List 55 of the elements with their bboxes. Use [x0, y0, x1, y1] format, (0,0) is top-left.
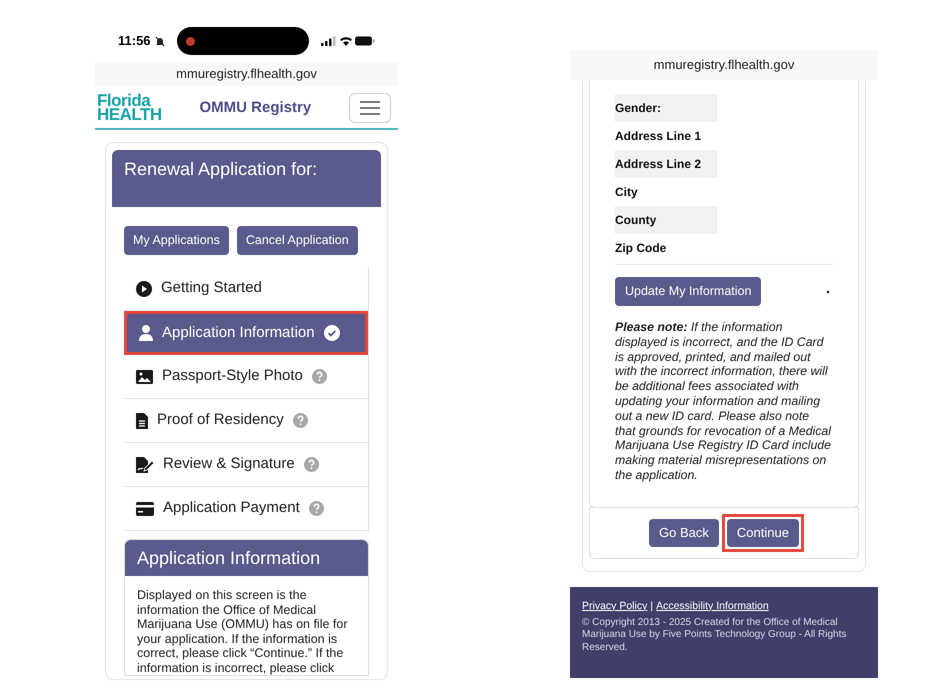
- field-label: County: [615, 206, 717, 234]
- body-text: information the Office of Medical: [137, 602, 318, 617]
- field-label: Zip Code: [615, 240, 668, 257]
- play-icon: [136, 280, 152, 296]
- help-icon[interactable]: [312, 369, 327, 384]
- action-button[interactable]: Continue: [726, 518, 799, 547]
- document-icon: [136, 412, 148, 428]
- menu-icon: [360, 101, 380, 115]
- body-text: information is incorrect, please click: [137, 660, 336, 675]
- field-label: Gender:: [615, 94, 717, 122]
- note-text: Please note: If the information displayed is incorrect, and the ID Card is approved, printed, and mailed out with the incorrect information, there will be additional fees associated with updating your information and mailing out a new ID card. Please also note that grounds for revocation of a Medical Marijuana Use Registry ID Card include making material misrepresentations on the application.: [615, 320, 832, 484]
- status-icons: [320, 35, 375, 47]
- field-label: City: [615, 184, 639, 201]
- help-icon[interactable]: [308, 501, 324, 516]
- help-icon[interactable]: [304, 457, 319, 472]
- section-title: Application Information: [137, 546, 320, 570]
- field-label: Address Line 1: [615, 128, 702, 145]
- help-icon[interactable]: [292, 413, 308, 428]
- header-button[interactable]: Cancel Application: [236, 226, 358, 255]
- site-title: OMMU Registry: [200, 98, 312, 118]
- step-item[interactable]: Passport-Style Photo: [124, 355, 368, 399]
- field-label: Address Line 2: [615, 150, 717, 178]
- logo-text: Florida: [97, 94, 151, 108]
- image-icon: [136, 370, 153, 384]
- step-label: Application Information: [162, 322, 315, 343]
- step-label: Passport-Style Photo: [162, 366, 303, 386]
- step-item[interactable]: Application Payment: [124, 487, 368, 531]
- person-icon: [139, 325, 153, 341]
- update-button[interactable]: Update My Information: [615, 277, 762, 306]
- step-label: Getting Started: [161, 278, 262, 298]
- signature-icon: [136, 456, 154, 472]
- card-title: Renewal Application for:: [124, 159, 318, 179]
- footer-link[interactable]: Accessibility Information: [656, 598, 769, 615]
- bell-muted-icon: [154, 36, 165, 46]
- body-text: correct, please click “Continue.” If the: [137, 646, 344, 660]
- step-label: Review & Signature: [163, 454, 295, 474]
- step-item[interactable]: Review & Signature: [124, 443, 368, 487]
- step-label: Application Payment: [163, 498, 300, 518]
- body-text: Marijuana Use (OMMU) has on file for: [137, 617, 348, 632]
- header-button[interactable]: My Applications: [124, 226, 229, 255]
- menu-button[interactable]: [349, 93, 391, 123]
- logo-text: HEALTH: [97, 108, 162, 122]
- url-text: mmuregistry.flhealth.gov: [654, 56, 794, 74]
- step-label: Proof of Residency: [157, 410, 284, 430]
- credit-card-icon: [136, 502, 154, 516]
- body-text: your application. If the information is: [137, 632, 338, 646]
- body-text: Displayed on this screen is the: [137, 588, 308, 602]
- link-separator: |: [650, 598, 654, 614]
- step-item[interactable]: Proof of Residency: [124, 399, 368, 443]
- action-button[interactable]: Go Back: [649, 518, 719, 547]
- step-item[interactable]: Application Information: [124, 311, 368, 355]
- url-text: mmuregistry.flhealth.gov: [176, 65, 317, 84]
- copyright-text: © Copyright 2013 - 2025 Created for the Office of Medical Marijuana Use by Five Points Technology Group - All Rights Reserved.: [582, 616, 848, 654]
- status-time: 11:56: [118, 32, 151, 50]
- footer-link[interactable]: Privacy Policy: [582, 598, 648, 615]
